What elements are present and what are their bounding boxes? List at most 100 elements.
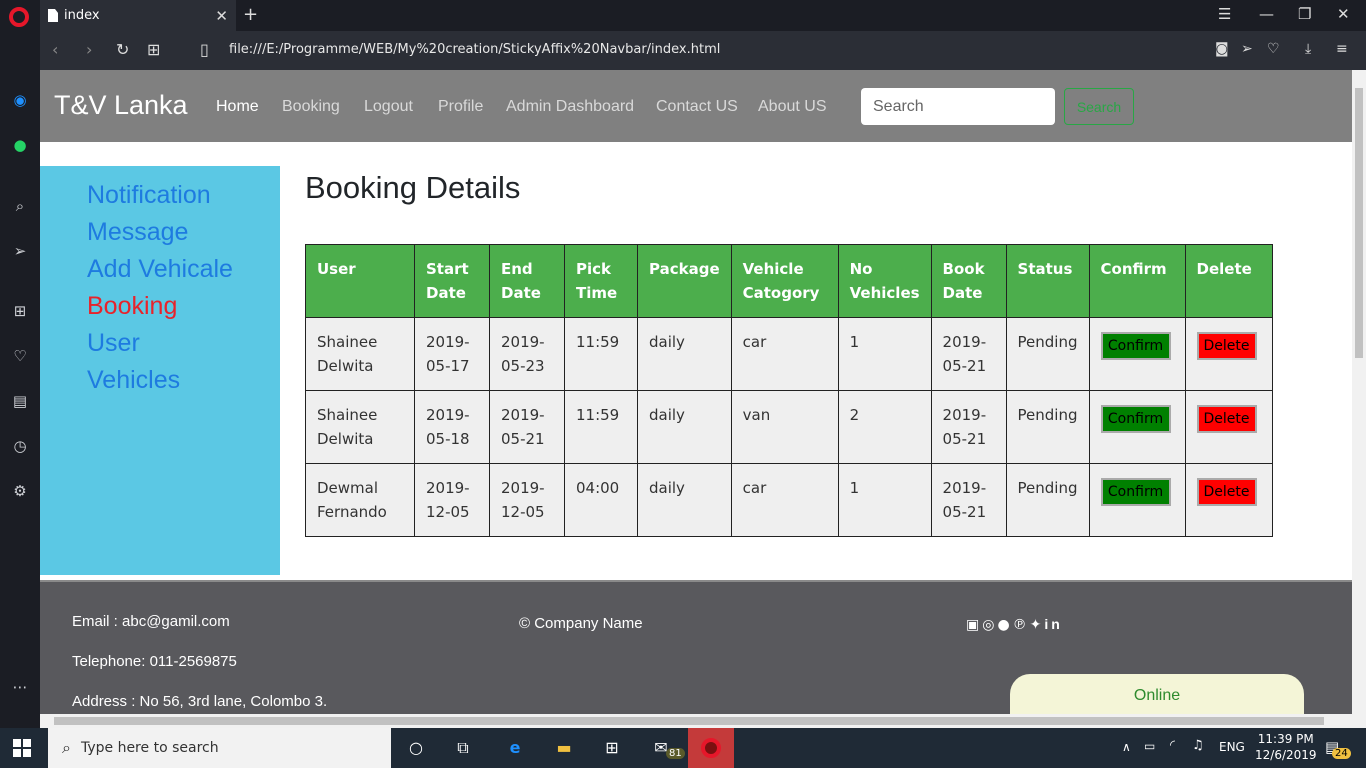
clock[interactable]: 11:39 PM 12/6/2019 [1255, 731, 1317, 763]
store-icon[interactable]: ⊞ [601, 737, 623, 759]
menu-user[interactable]: User [87, 329, 140, 358]
menu-message[interactable]: Message [87, 218, 188, 247]
confirm-button[interactable]: Confirm [1100, 332, 1171, 360]
easy-setup-icon[interactable]: ≡ [1336, 41, 1348, 57]
windows-start-icon[interactable] [13, 739, 31, 757]
footer-company: © Company Name [519, 615, 643, 632]
minimize-icon[interactable]: — [1259, 5, 1274, 23]
new-tab-icon[interactable]: + [243, 4, 258, 25]
news-icon[interactable]: ▤ [10, 391, 30, 411]
speed-dial-icon[interactable]: ⊞ [147, 40, 160, 59]
cell-book-date: 2019-05-21 [930, 463, 1007, 537]
cell-user: Dewmal Fernando [305, 463, 415, 537]
cell-end-date: 2019-05-21 [489, 390, 565, 464]
column-header: Package [637, 244, 732, 318]
send-icon[interactable]: ➢ [10, 241, 30, 261]
heart-icon[interactable]: ♡ [1267, 41, 1280, 57]
history-icon[interactable]: ◷ [10, 436, 30, 456]
cell-confirm: Confirm [1088, 390, 1186, 464]
tab-title: index [64, 8, 100, 23]
brand-logo[interactable]: T&V Lanka [54, 90, 188, 121]
cell-package: daily [637, 463, 732, 537]
column-header: End Date [489, 244, 565, 318]
edge-icon[interactable]: e [504, 737, 526, 759]
nav-home[interactable]: Home [216, 98, 259, 116]
search-button[interactable]: Search [1064, 88, 1134, 125]
search-icon[interactable]: ⌕ [10, 196, 30, 216]
nav-logout[interactable]: Logout [364, 98, 413, 116]
online-status-widget[interactable]: Online [1010, 674, 1304, 714]
whatsapp-icon[interactable]: ● [10, 135, 30, 155]
cell-pick-time: 11:59 [564, 317, 638, 391]
linkedin-icon[interactable]: in [1044, 616, 1062, 632]
cell-vehicle-category: car [730, 463, 839, 537]
nav-profile[interactable]: Profile [438, 98, 483, 116]
taskbar: ⌕ Type here to search ○ ⧉ e ▬ ⊞ ✉ 81 ∧ ▭… [0, 728, 1366, 768]
cortana-icon[interactable]: ○ [405, 737, 427, 759]
send-icon[interactable]: ➢ [1241, 41, 1253, 57]
tab-menu-icon[interactable]: ☰ [1218, 5, 1231, 23]
opera-taskbar-button[interactable] [688, 728, 734, 768]
language-indicator[interactable]: ENG [1219, 740, 1245, 754]
horizontal-scrollbar[interactable] [40, 714, 1366, 728]
wifi-icon[interactable]: ◜ [1170, 738, 1175, 753]
nav-admin-dashboard[interactable]: Admin Dashboard [506, 98, 634, 116]
nav-about-us[interactable]: About US [758, 98, 826, 116]
heart-icon[interactable]: ♡ [10, 346, 30, 366]
nav-booking[interactable]: Booking [282, 98, 340, 116]
delete-button[interactable]: Delete [1196, 332, 1257, 360]
cell-end-date: 2019-12-05 [489, 463, 565, 537]
close-window-icon[interactable]: ✕ [1337, 5, 1350, 23]
menu-add-vehicale[interactable]: Add Vehicale [87, 255, 233, 284]
browser-tab[interactable]: index ✕ [40, 0, 236, 31]
cell-package: daily [637, 317, 732, 391]
scrollbar-thumb[interactable] [54, 717, 1324, 725]
delete-button[interactable]: Delete [1196, 405, 1257, 433]
cell-confirm: Confirm [1088, 463, 1186, 537]
column-header: User [305, 244, 415, 318]
confirm-button[interactable]: Confirm [1100, 478, 1171, 506]
download-icon[interactable]: ⤓ [1305, 41, 1311, 57]
opera-logo-icon[interactable] [9, 7, 29, 27]
close-tab-icon[interactable]: ✕ [215, 7, 228, 25]
settings-icon[interactable]: ⚙ [10, 481, 30, 501]
cell-start-date: 2019-12-05 [414, 463, 490, 537]
volume-icon[interactable]: ♫ [1192, 738, 1204, 753]
show-hidden-icons[interactable]: ∧ [1122, 740, 1131, 754]
page-viewport: T&V Lanka Home Booking Logout Profile Ad… [40, 70, 1352, 714]
more-icon[interactable]: ⋯ [10, 677, 30, 697]
url-field[interactable]: file:///E:/Programme/WEB/My%20creation/S… [229, 42, 720, 57]
nav-contact-us[interactable]: Contact US [656, 98, 738, 116]
task-view-icon[interactable]: ⧉ [452, 737, 474, 759]
facebook-icon[interactable]: ▣ [966, 617, 982, 633]
restore-icon[interactable]: ❐ [1298, 5, 1311, 23]
messenger-icon[interactable]: ◉ [10, 90, 30, 110]
battery-icon[interactable]: ▭ [1144, 739, 1155, 753]
menu-booking[interactable]: Booking [87, 292, 177, 321]
cell-book-date: 2019-05-21 [930, 317, 1007, 391]
cell-status: Pending [1005, 463, 1090, 537]
menu-notification[interactable]: Notification [87, 181, 211, 210]
instagram-icon[interactable]: ◎ [982, 617, 997, 633]
page-info-icon[interactable]: ▯ [200, 40, 209, 59]
forward-icon[interactable]: › [86, 40, 92, 59]
twitter-icon[interactable]: ✦ [1030, 617, 1045, 633]
confirm-button[interactable]: Confirm [1100, 405, 1171, 433]
file-explorer-icon[interactable]: ▬ [553, 737, 575, 759]
browser-tab-bar: index ✕ + ☰ — ❐ ✕ [0, 0, 1366, 31]
camera-icon[interactable]: ◙ [1215, 41, 1229, 57]
reload-icon[interactable]: ↻ [116, 40, 129, 59]
scrollbar-thumb[interactable] [1355, 88, 1363, 358]
search-input[interactable] [861, 88, 1055, 125]
taskbar-search[interactable]: ⌕ Type here to search [48, 728, 391, 768]
taskbar-search-placeholder: Type here to search [80, 740, 219, 756]
delete-button[interactable]: Delete [1196, 478, 1257, 506]
back-icon[interactable]: ‹ [52, 40, 58, 59]
speed-dial-icon[interactable]: ⊞ [10, 301, 30, 321]
column-header: No Vehicles [837, 244, 932, 318]
column-header: Status [1005, 244, 1090, 318]
vertical-scrollbar[interactable] [1352, 70, 1366, 714]
pinterest-icon[interactable]: ℗ [1013, 617, 1030, 633]
snapchat-icon[interactable]: ● [997, 617, 1012, 633]
menu-vehicles[interactable]: Vehicles [87, 366, 180, 395]
